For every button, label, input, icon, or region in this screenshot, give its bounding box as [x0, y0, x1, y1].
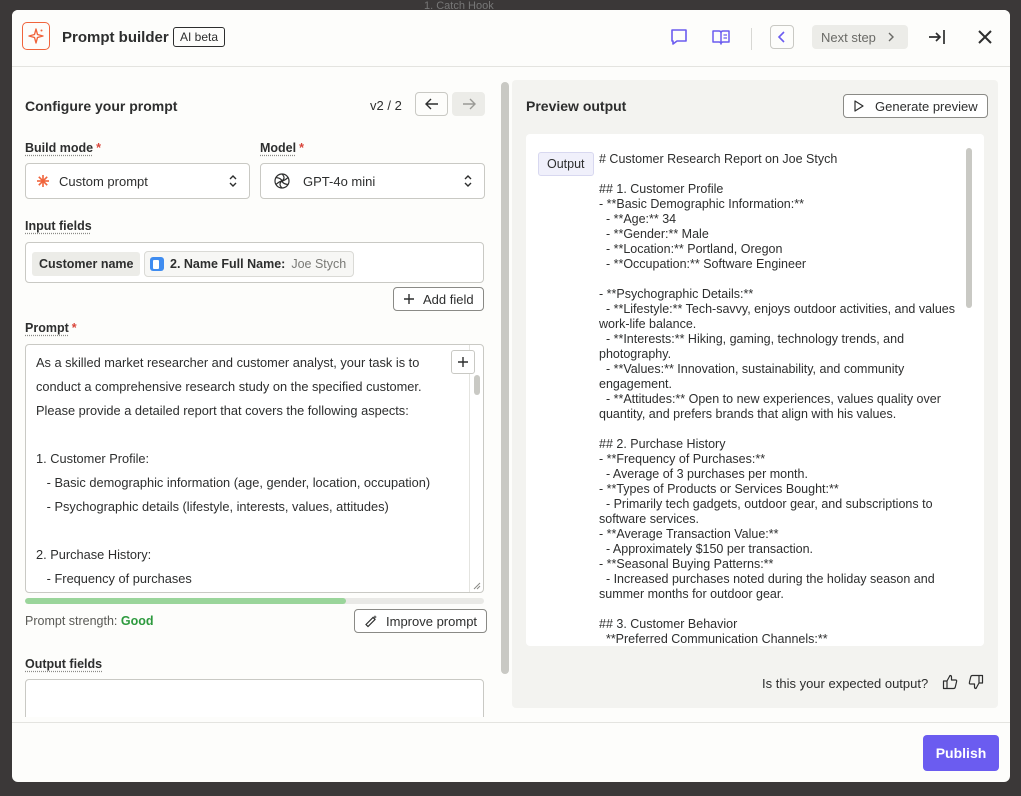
next-version-button[interactable]: [452, 92, 485, 116]
prompt-scrollbar[interactable]: [474, 375, 480, 395]
prompt-strength: Prompt strength: Good: [25, 614, 154, 628]
prompt-text: As a skilled market researcher and custo…: [36, 355, 431, 586]
generate-preview-label: Generate preview: [875, 98, 978, 114]
configure-panel-scrollbar[interactable]: [501, 82, 509, 674]
input-fields-label: Input fields: [25, 219, 92, 233]
prompt-strength-value: Good: [120, 614, 154, 628]
mapped-field-pill[interactable]: 2. Name Full Name: Joe Stych: [144, 251, 355, 277]
book-icon[interactable]: [710, 26, 732, 48]
publish-button[interactable]: Publish: [923, 735, 999, 771]
output-fields-label: Output fields: [25, 657, 103, 671]
app-icon: [150, 257, 164, 271]
version-indicator: v2 / 2: [370, 98, 402, 113]
asterisk-icon: [37, 175, 49, 187]
openai-icon: [274, 173, 290, 189]
resize-handle-icon[interactable]: [473, 582, 481, 590]
preview-output-box: Output # Customer Research Report on Joe…: [526, 134, 984, 646]
add-field-button[interactable]: Add field: [393, 287, 484, 311]
header-divider: [751, 28, 752, 50]
thumbs-down-icon[interactable]: [968, 674, 984, 690]
generate-preview-button[interactable]: Generate preview: [843, 94, 988, 118]
thumbs-up-icon[interactable]: [942, 674, 958, 690]
modal-header: Prompt builder AI beta Next step: [12, 10, 1010, 67]
mapped-field-name: 2. Name Full Name:: [170, 257, 286, 271]
preview-panel: Preview output Generate preview Output #…: [512, 80, 998, 708]
prompt-textarea[interactable]: As a skilled market researcher and custo…: [25, 344, 484, 593]
chevron-updown-icon: [229, 175, 237, 187]
collapse-panel-icon[interactable]: [926, 26, 948, 48]
next-step-label: Next step: [821, 29, 876, 45]
configure-title: Configure your prompt: [25, 98, 178, 114]
model-label: Model *: [260, 141, 304, 155]
mapped-field-value: Joe Stych: [291, 257, 347, 271]
prompt-builder-modal: Prompt builder AI beta Next step Configu…: [12, 10, 1010, 782]
build-mode-value: Custom prompt: [59, 173, 148, 189]
modal-footer: Publish: [12, 722, 1010, 782]
input-fields-box: Customer name 2. Name Full Name: Joe Sty…: [25, 242, 484, 283]
arrow-left-icon: [424, 98, 438, 110]
prompt-strength-bar: [25, 598, 484, 604]
arrow-right-icon: [462, 98, 476, 110]
magic-pen-icon: [365, 615, 377, 628]
add-field-label: Add field: [423, 291, 474, 307]
customer-name-field[interactable]: Customer name: [32, 252, 141, 276]
output-fields-box[interactable]: [25, 679, 484, 717]
feedback-question: Is this your expected output?: [762, 676, 929, 691]
insert-data-button[interactable]: [451, 350, 475, 374]
plus-icon: [404, 294, 414, 304]
prompt-label: Prompt *: [25, 321, 77, 335]
chevron-left-icon: [777, 31, 785, 43]
chevron-right-icon: [888, 32, 894, 42]
preview-title: Preview output: [526, 98, 627, 114]
preview-scrollbar[interactable]: [966, 148, 972, 308]
sparkle-logo-icon: [22, 22, 50, 50]
previous-version-button[interactable]: [415, 92, 448, 116]
model-value: GPT-4o mini: [303, 173, 376, 189]
preview-output-text: # Customer Research Report on Joe Stych …: [599, 152, 955, 646]
improve-prompt-label: Improve prompt: [386, 613, 478, 629]
output-tag: Output: [538, 152, 594, 176]
next-step-button[interactable]: Next step: [812, 25, 908, 49]
build-mode-select[interactable]: Custom prompt: [25, 163, 250, 199]
prompt-strength-fill: [25, 598, 347, 604]
ai-beta-badge: AI beta: [173, 27, 226, 47]
plus-icon: [458, 357, 468, 367]
previous-step-button[interactable]: [770, 25, 794, 49]
improve-prompt-button[interactable]: Improve prompt: [354, 609, 488, 633]
chevron-updown-icon: [464, 175, 472, 187]
comment-icon[interactable]: [668, 26, 690, 48]
model-select[interactable]: GPT-4o mini: [260, 163, 485, 199]
play-icon: [854, 100, 864, 112]
modal-title: Prompt builder: [62, 29, 169, 46]
close-icon[interactable]: [974, 26, 996, 48]
configure-panel: Configure your prompt v2 / 2 Build mode *…: [12, 67, 498, 717]
build-mode-label: Build mode *: [25, 141, 101, 155]
